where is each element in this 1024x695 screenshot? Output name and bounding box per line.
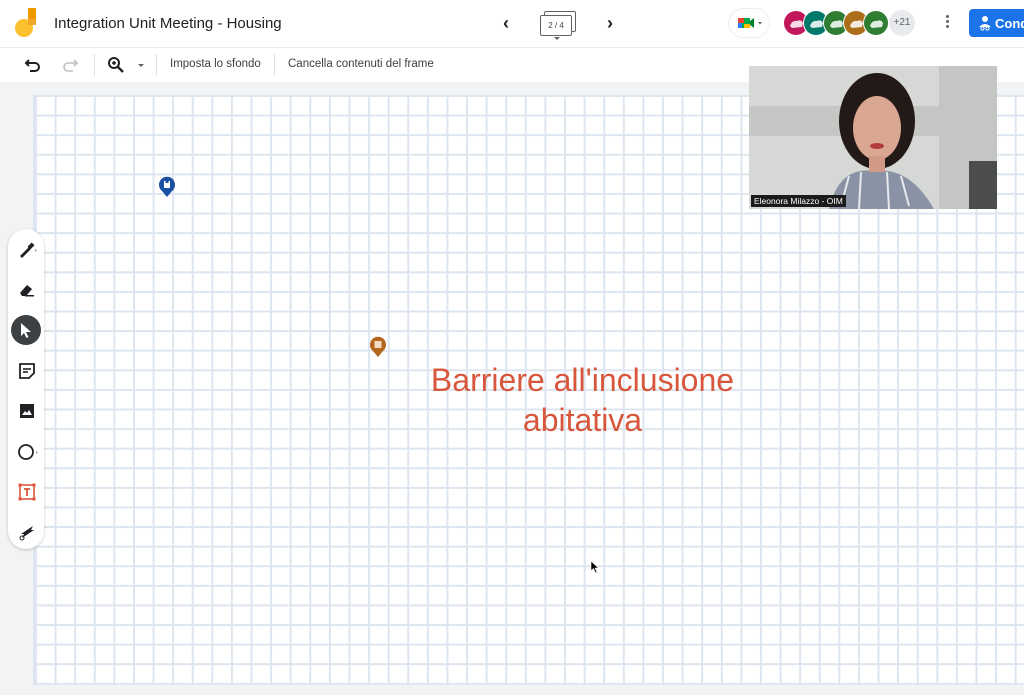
drawing-tools-sidebar — [8, 229, 44, 549]
text-box-icon — [18, 483, 36, 501]
image-tool[interactable] — [11, 395, 41, 425]
zoom-icon[interactable] — [107, 56, 125, 74]
frame-selector[interactable]: 2 / 4 — [538, 9, 578, 40]
sticky-note-icon — [19, 363, 35, 379]
dot — [945, 25, 949, 28]
canvas-text-line-2: abitativa — [522, 402, 643, 438]
dot — [945, 15, 949, 18]
jamboard-logo — [15, 8, 36, 37]
more-options-button[interactable] — [940, 13, 954, 33]
participant-video-feed — [749, 66, 997, 209]
toolbar-divider — [156, 54, 157, 76]
participant-name-label: Eleonora Milazzo - OIM — [751, 195, 846, 207]
share-button-label: Cond — [995, 16, 1024, 31]
frame-counter: 2 / 4 — [540, 15, 572, 36]
laser-tool[interactable] — [11, 516, 41, 546]
collaborator-cursor-pin-brown[interactable] — [369, 336, 387, 358]
image-icon — [20, 404, 34, 418]
canvas-text-box[interactable]: Barriere all'inclusione abitativa — [390, 360, 775, 440]
pointer-icon — [21, 323, 31, 338]
sticky-note-tool[interactable] — [11, 355, 41, 385]
eraser-tool[interactable] — [11, 274, 41, 304]
top-bar: Integration Unit Meeting - Housing ‹ 2 /… — [0, 0, 1024, 48]
clear-frame-button[interactable]: Cancella contenuti del frame — [288, 58, 434, 70]
select-tool[interactable] — [11, 315, 41, 345]
caret-down-icon — [554, 37, 560, 40]
collaborator-cursor-pin-blue[interactable] — [158, 176, 176, 198]
meet-button[interactable] — [729, 9, 769, 37]
laser-icon — [19, 526, 34, 541]
meet-icon — [738, 18, 762, 28]
toolbar-divider — [274, 54, 275, 76]
zoom-dropdown-icon[interactable] — [134, 56, 152, 74]
undo-icon[interactable] — [24, 56, 42, 74]
redo-icon[interactable] — [61, 56, 79, 74]
dot — [945, 20, 949, 23]
pen-icon — [20, 242, 37, 258]
avatar[interactable] — [863, 10, 889, 36]
eraser-icon — [20, 285, 34, 297]
text-box-tool[interactable] — [11, 476, 41, 506]
mouse-cursor-icon — [590, 560, 600, 574]
video-tile[interactable]: Eleonora Milazzo - OIM — [749, 66, 997, 209]
toolbar-divider — [94, 54, 95, 76]
previous-frame-button[interactable]: ‹ — [496, 12, 516, 34]
share-button[interactable]: Cond — [969, 9, 1024, 37]
shape-tool[interactable] — [11, 436, 41, 466]
circle-icon — [18, 444, 38, 460]
animal-avatar-icon — [870, 20, 883, 28]
more-participants-badge[interactable]: +21 — [889, 10, 915, 36]
next-frame-button[interactable]: › — [600, 12, 620, 34]
document-title[interactable]: Integration Unit Meeting - Housing — [54, 15, 282, 32]
canvas-text-line-1: Barriere all'inclusione — [430, 362, 735, 398]
person-add-icon — [979, 16, 991, 31]
set-background-button[interactable]: Imposta lo sfondo — [170, 58, 261, 70]
pen-tool[interactable] — [11, 234, 41, 264]
